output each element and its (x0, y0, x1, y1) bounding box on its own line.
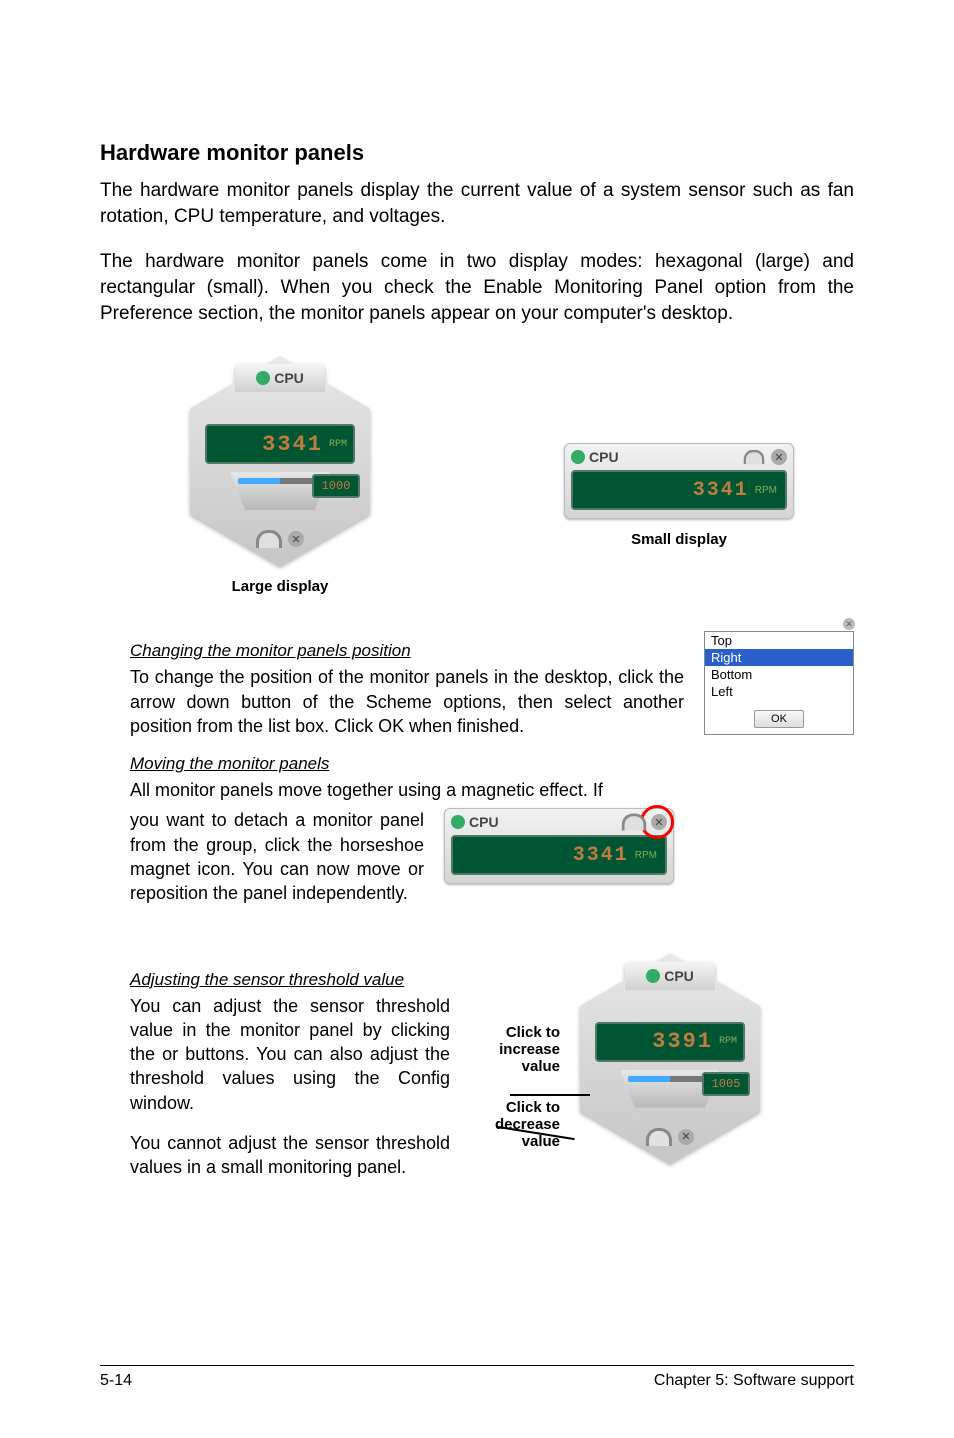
panel-value: 3341 (573, 844, 629, 867)
panel-unit: RPM (755, 485, 777, 496)
fan-icon (256, 371, 270, 385)
horseshoe-magnet-icon[interactable] (744, 450, 765, 464)
changing-position-section: Changing the monitor panels position To … (130, 625, 854, 905)
moving-panel-figure: CPU ✕ 3341 RPM (444, 808, 684, 884)
adjusting-panel-figure: CPU 3391 RPM 1005 ✕ (570, 954, 770, 1164)
moving-panels-line1: All monitor panels move together using a… (130, 778, 684, 802)
panel-title-tab: CPU (625, 962, 715, 990)
fan-icon (646, 969, 660, 983)
increase-callout: Click to increase value (460, 1024, 560, 1075)
panel-threshold: 1000 (312, 474, 360, 498)
page-footer: 5-14 Chapter 5: Software support (100, 1365, 854, 1390)
position-option-bottom[interactable]: Bottom (705, 666, 853, 683)
large-monitor-panel[interactable]: CPU 3341 RPM 1000 ✕ (180, 356, 380, 566)
small-panel-header: CPU ✕ (571, 448, 787, 470)
changing-position-text: To change the position of the monitor pa… (130, 665, 684, 738)
ok-button[interactable]: OK (754, 710, 804, 728)
moving-panels-row: you want to detach a monitor panel from … (130, 808, 684, 905)
position-option-left[interactable]: Left (705, 683, 853, 700)
page-number: 5-14 (100, 1372, 132, 1390)
horseshoe-magnet-icon[interactable] (256, 530, 282, 548)
adjusting-callout-labels: Click to increase value Click to decreas… (460, 954, 560, 1150)
panel-value-display: 3341 RPM (571, 470, 787, 510)
adjusting-text-1: You can adjust the sensor threshold valu… (130, 994, 450, 1115)
figures-row: CPU 3341 RPM 1000 ✕ Large display CPU (100, 356, 854, 595)
callout-line-increase (510, 1094, 590, 1096)
close-icon[interactable]: ✕ (288, 531, 304, 547)
panel-label: CPU (589, 449, 619, 465)
adjusting-heading: Adjusting the sensor threshold value (130, 970, 450, 990)
panel-unit: RPM (635, 850, 657, 861)
panel-threshold: 1005 (702, 1072, 750, 1096)
close-icon[interactable]: ✕ (678, 1129, 694, 1145)
intro-paragraph-2: The hardware monitor panels come in two … (100, 249, 854, 326)
adjusting-threshold-section: Adjusting the sensor threshold value You… (130, 954, 854, 1180)
adjusting-text-2: You cannot adjust the sensor threshold v… (130, 1131, 450, 1180)
fan-icon (571, 450, 585, 464)
moving-panels-heading: Moving the monitor panels (130, 754, 684, 774)
panel-unit: RPM (719, 1036, 737, 1047)
adjusting-monitor-panel[interactable]: CPU 3391 RPM 1005 ✕ (570, 954, 770, 1164)
moving-small-panel[interactable]: CPU ✕ 3341 RPM (444, 808, 674, 884)
intro-paragraph-1: The hardware monitor panels display the … (100, 178, 854, 229)
panel-value: 3391 (652, 1029, 713, 1054)
panel-bottom-controls: ✕ (256, 530, 304, 548)
panel-label: CPU (469, 814, 499, 830)
horseshoe-magnet-icon[interactable] (622, 814, 647, 831)
decrease-callout: Click to decrease value (460, 1099, 560, 1150)
chapter-label: Chapter 5: Software support (654, 1372, 854, 1390)
horseshoe-magnet-icon[interactable] (646, 1128, 672, 1146)
position-listbox[interactable]: ✕ Top Right Bottom Left OK (704, 631, 854, 735)
close-icon[interactable]: ✕ (651, 814, 667, 830)
changing-position-heading: Changing the monitor panels position (130, 641, 684, 661)
position-option-top[interactable]: Top (705, 632, 853, 649)
panel-value-display: 3391 RPM (595, 1022, 745, 1062)
small-display-caption: Small display (631, 531, 727, 548)
position-list[interactable]: Top Right Bottom Left (705, 632, 853, 700)
panel-value-display: 3341 RPM (205, 424, 355, 464)
panel-value: 3341 (693, 479, 749, 502)
small-display-figure: CPU ✕ 3341 RPM Small display (564, 443, 794, 548)
large-display-caption: Large display (232, 578, 329, 595)
close-icon[interactable]: ✕ (771, 449, 787, 465)
panel-value: 3341 (262, 432, 323, 457)
small-monitor-panel[interactable]: CPU ✕ 3341 RPM (564, 443, 794, 519)
close-icon[interactable]: ✕ (843, 618, 855, 630)
position-listbox-figure: ✕ Top Right Bottom Left OK (704, 625, 854, 735)
panel-title-tab: CPU (235, 364, 325, 392)
section-title: Hardware monitor panels (100, 140, 854, 166)
moving-panels-rest: you want to detach a monitor panel from … (130, 808, 424, 905)
large-display-figure: CPU 3341 RPM 1000 ✕ Large display (180, 356, 380, 595)
panel-unit: RPM (329, 439, 347, 450)
fan-icon (451, 815, 465, 829)
position-option-right[interactable]: Right (705, 649, 853, 666)
panel-label: CPU (274, 370, 304, 386)
panel-bottom-controls: ✕ (646, 1128, 694, 1146)
panel-label: CPU (664, 968, 694, 984)
